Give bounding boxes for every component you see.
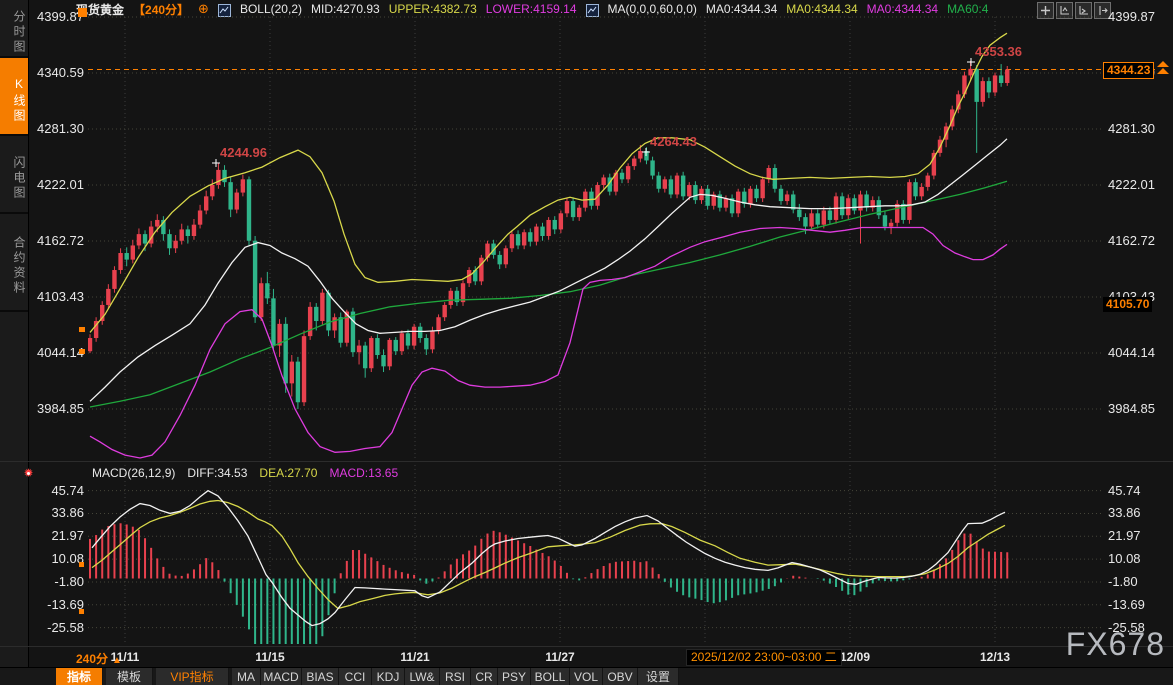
right-axis-label: 4162.72 [1108,234,1155,248]
time-axis-label: 11/27 [545,650,574,664]
right-axis-label: 10.08 [1108,552,1141,566]
indicator-tab-ma[interactable]: MA [232,668,261,685]
last-price-box: 4344.23 [1103,62,1154,79]
chart-canvas[interactable]: 4244.96 4264.43 4353.36 [0,0,1173,685]
indicator-tab-cci[interactable]: CCI [339,668,372,685]
indicator-tab-vol[interactable]: VOL [570,668,603,685]
left-axis-label: -13.69 [32,598,84,612]
left-axis-label: 10.08 [32,552,84,566]
svg-text:4244.96: 4244.96 [220,145,267,160]
left-axis-label: 4103.43 [32,290,84,304]
dea-line [92,501,1005,609]
boll-lower-line [90,228,1007,459]
right-axis-label: -1.80 [1108,575,1138,589]
right-axis-label: 4281.30 [1108,122,1155,136]
right-axis-label: 21.97 [1108,529,1141,543]
period-text: 240分 [76,652,108,666]
price-up-arrows-icon [1157,61,1171,77]
trading-app: 分时图K线图闪电图合约资料 现货黄金 【240分】 ⊕ BOLL(20,2) M… [0,0,1173,685]
left-axis-label: 4281.30 [32,122,84,136]
period-arrow-icon: ▲ [112,655,122,666]
svg-text:4353.36: 4353.36 [975,44,1022,59]
time-axis-label: 11/15 [255,650,284,664]
left-marker-4 [79,609,84,614]
svg-text:4264.43: 4264.43 [650,134,697,149]
toolbar-tab-0[interactable]: 指标 [56,668,103,685]
left-axis-label: -1.80 [32,575,84,589]
toolbar-tab-1[interactable]: 模板 [106,668,153,685]
indicator-tab-boll[interactable]: BOLL [531,668,570,685]
indicator-tab-bias[interactable]: BIAS [302,668,339,685]
left-axis-label: 33.86 [32,506,84,520]
left-marker-2 [79,349,85,354]
indicator-tab-macd[interactable]: MACD [261,668,302,685]
left-axis-label: 45.74 [32,484,84,498]
price-annotation: 4244.96 [212,145,267,167]
price-annotation: 4264.43 [642,134,697,156]
date-tooltip: 2025/12/02 23:00~03:00 二 [686,649,842,666]
macd-label: MACD(26,12,9) [92,466,175,480]
axis-divider [0,646,1173,647]
indicator-tab-psy[interactable]: PSY [498,668,531,685]
toolbar-tab-2[interactable]: VIP指标 [156,668,229,685]
macd-header: MACD(26,12,9) DIFF:34.53 DEA:27.70 MACD:… [92,466,410,480]
boll-upper-line [90,33,1007,332]
time-axis-label: 11/21 [400,650,429,664]
left-axis-label: 4044.14 [32,346,84,360]
left-axis-label: 4222.01 [32,178,84,192]
right-axis-label: 45.74 [1108,484,1141,498]
left-axis-label: 4399.87 [32,10,84,24]
right-axis-label: 4399.87 [1108,10,1155,24]
settings-tab[interactable]: 设置 [638,668,679,685]
secondary-price-box: 4105.70 [1103,297,1152,312]
macd-dea-value: DEA:27.70 [259,466,317,480]
time-axis-label: 12/13 [980,650,1010,664]
macd-diff-value: DIFF:34.53 [187,466,247,480]
right-axis-label: 3984.85 [1108,402,1155,416]
corner-marker[interactable] [78,8,87,17]
panel-divider[interactable] [0,461,1173,462]
right-axis-label: 33.86 [1108,506,1141,520]
right-axis-label: 4222.01 [1108,178,1155,192]
indicator-tab-cr[interactable]: CR [471,668,498,685]
watermark: FX678 [1066,626,1165,663]
left-marker-1 [79,327,85,332]
right-axis-label: 4044.14 [1108,346,1155,360]
indicator-tab-rsi[interactable]: RSI [440,668,471,685]
price-panel [88,33,1010,458]
indicator-tab-kdj[interactable]: KDJ [372,668,405,685]
left-axis-label: 4340.59 [32,66,84,80]
price-annotation: 4353.36 [967,44,1022,66]
left-axis-label: 3984.85 [32,402,84,416]
left-marker-3 [79,562,84,567]
right-axis-label: -13.69 [1108,598,1145,612]
indicator-tab-lw&[interactable]: LW& [405,668,440,685]
period-selector[interactable]: 240分 ▲ [76,650,122,667]
macd-settings-icon[interactable]: ✹ [22,467,35,480]
bottom-toolbar: 指标模板VIP指标MAMACDBIASCCIKDJLW&RSICRPSYBOLL… [0,667,1173,685]
macd-macd-value: MACD:13.65 [329,466,398,480]
ma60-line [90,181,1007,407]
left-axis-label: 21.97 [32,529,84,543]
indicator-tab-obv[interactable]: OBV [603,668,638,685]
time-axis-label: 12/09 [840,650,870,664]
left-axis-label: 4162.72 [32,234,84,248]
left-axis-label: -25.58 [32,621,84,635]
